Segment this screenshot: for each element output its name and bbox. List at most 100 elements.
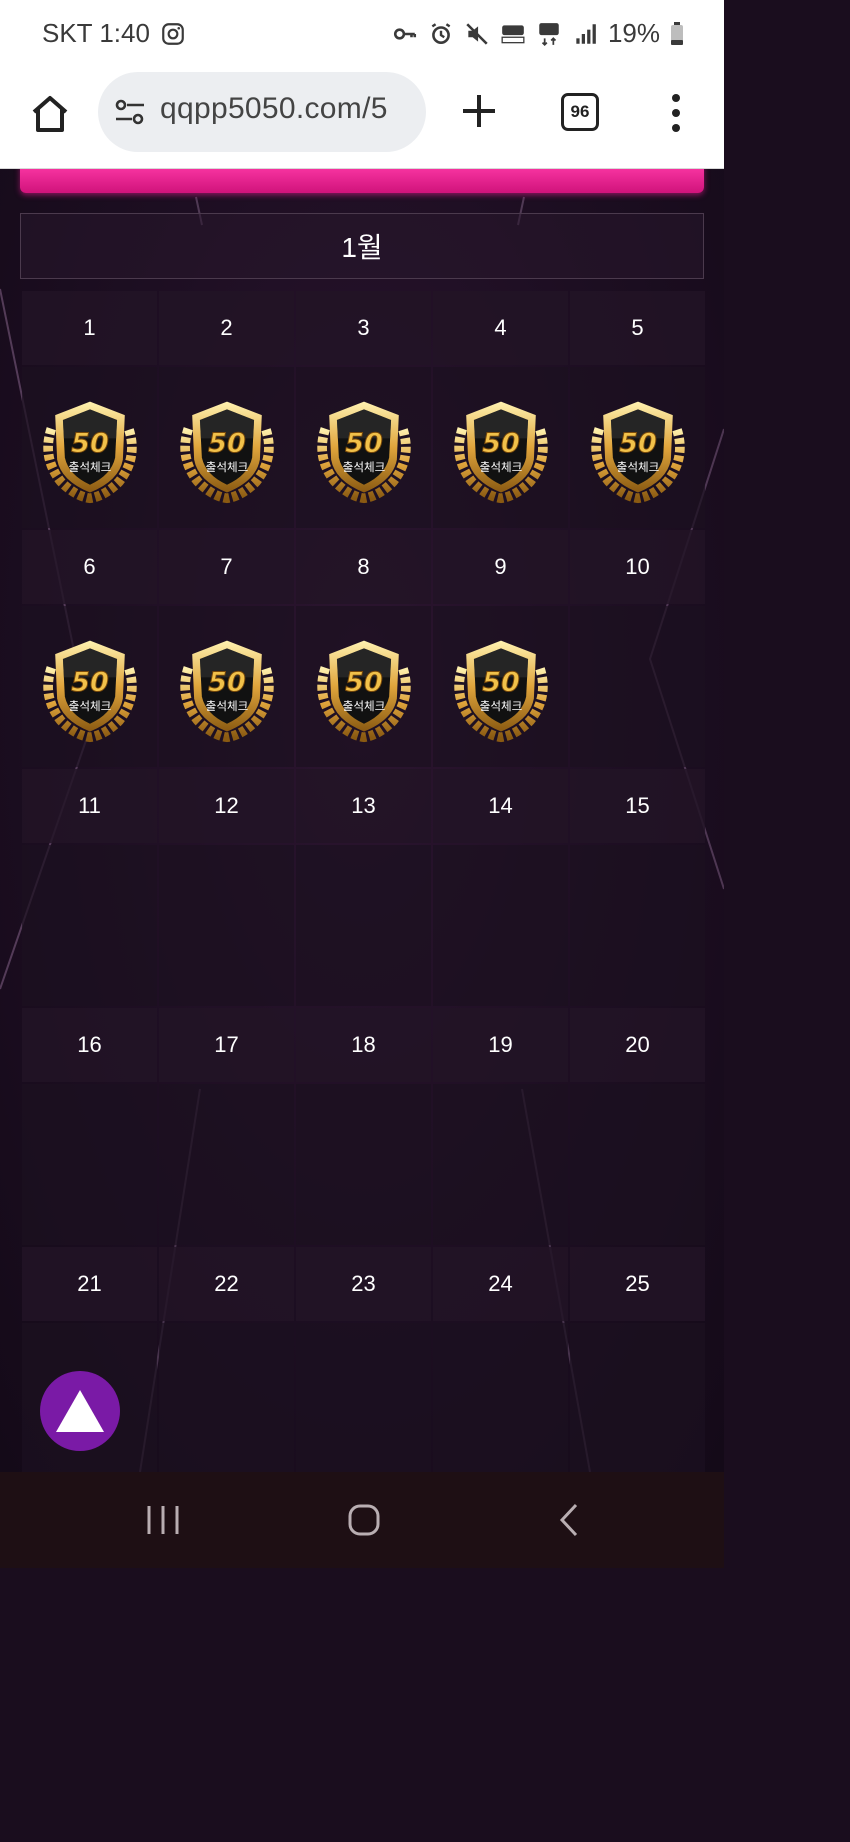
5g-icon xyxy=(539,22,559,46)
badge-label: 출석체크 xyxy=(342,699,385,713)
day-number-cell: 18 xyxy=(296,1008,431,1082)
day-number: 25 xyxy=(625,1271,650,1296)
day-number-cell: 13 xyxy=(296,769,431,843)
stamp-cell xyxy=(433,1084,568,1245)
attendance-badge-icon: 50 출석체크 xyxy=(179,401,274,503)
web-page[interactable]: 1월 1 2 3 4 5 50 출석체크 50 출석체크 50 출석체크 50 출석체크 50 출석체크 6 7… xyxy=(0,169,724,1472)
badge-label: 출석체크 xyxy=(68,460,111,474)
day-number-cell: 3 xyxy=(296,291,431,365)
stamp-cell: 50 출석체크 xyxy=(433,367,568,528)
carrier-time: SKT 1:40 xyxy=(42,18,150,48)
hd-voice-icon xyxy=(501,24,525,43)
more-icon[interactable] xyxy=(664,90,688,136)
battery-percent: 19% xyxy=(607,18,660,48)
day-number: 6 xyxy=(83,554,96,579)
attendance-badge-icon: 50 출석체크 xyxy=(590,401,685,503)
badge-number: 50 xyxy=(71,427,109,458)
mute-icon xyxy=(466,22,488,45)
stamp-cell: 50 출석체크 xyxy=(159,367,294,528)
day-number-cell: 19 xyxy=(433,1008,568,1082)
back-icon[interactable] xyxy=(552,1502,588,1538)
day-number-cell: 25 xyxy=(570,1247,705,1321)
day-number-cell: 12 xyxy=(159,769,294,843)
day-number: 15 xyxy=(625,793,650,818)
badge-number: 50 xyxy=(345,666,383,697)
plus-icon[interactable] xyxy=(458,90,500,132)
stamp-cell xyxy=(22,1084,157,1245)
stamp-cell xyxy=(296,845,431,1006)
recent-apps-icon[interactable] xyxy=(145,1502,181,1538)
day-number: 18 xyxy=(351,1032,376,1057)
stamp-cell: 50 출석체크 xyxy=(570,367,705,528)
home-circle-icon[interactable] xyxy=(346,1502,382,1538)
stamp-cell xyxy=(433,1323,568,1472)
day-number: 1 xyxy=(83,315,96,340)
badge-number: 50 xyxy=(619,427,657,458)
day-number: 20 xyxy=(625,1032,650,1057)
month-header: 1월 xyxy=(20,213,704,279)
day-number-cell: 24 xyxy=(433,1247,568,1321)
vpn-key-icon xyxy=(393,27,417,40)
tab-count: 96 xyxy=(570,102,590,121)
site-info-icon[interactable] xyxy=(114,98,146,126)
stamp-cell xyxy=(159,1323,294,1472)
badge-number: 50 xyxy=(482,427,520,458)
day-number-cell: 10 xyxy=(570,530,705,604)
top-banner-bar xyxy=(20,169,704,193)
day-number-cell: 23 xyxy=(296,1247,431,1321)
stamp-cell: 50 출석체크 xyxy=(296,367,431,528)
day-number-cell: 9 xyxy=(433,530,568,604)
status-right: 19% xyxy=(392,18,684,49)
stamp-cell xyxy=(159,1084,294,1245)
attendance-badge-icon: 50 출석체크 xyxy=(316,640,411,742)
day-number-cell: 15 xyxy=(570,769,705,843)
day-number-cell: 17 xyxy=(159,1008,294,1082)
stamp-cell: 50 출석체크 xyxy=(22,367,157,528)
signal-icon xyxy=(576,23,596,44)
day-number: 10 xyxy=(625,554,650,579)
day-number-cell: 8 xyxy=(296,530,431,604)
attendance-badge-icon: 50 출석체크 xyxy=(42,401,137,503)
badge-number: 50 xyxy=(208,427,246,458)
badge-number: 50 xyxy=(208,666,246,697)
attendance-badge-icon: 50 출석체크 xyxy=(179,640,274,742)
day-number: 5 xyxy=(631,315,644,340)
day-number-cell: 7 xyxy=(159,530,294,604)
home-icon[interactable] xyxy=(26,90,74,138)
badge-number: 50 xyxy=(71,666,109,697)
day-number: 12 xyxy=(214,793,239,818)
navigation-bar xyxy=(0,1472,724,1568)
badge-label: 출석체크 xyxy=(205,460,248,474)
stamp-cell xyxy=(159,845,294,1006)
scroll-top-button[interactable] xyxy=(40,1371,120,1451)
badge-number: 50 xyxy=(482,666,520,697)
day-number: 11 xyxy=(78,793,101,818)
attendance-badge-icon: 50 출석체크 xyxy=(316,401,411,503)
attendance-calendar: 1 2 3 4 5 50 출석체크 50 출석체크 50 출석체크 50 출석체크 50 출석체크 6 7 8 9 1… xyxy=(22,291,705,1472)
stamp-cell xyxy=(570,606,705,767)
day-number: 7 xyxy=(220,554,233,579)
day-number: 21 xyxy=(77,1271,102,1296)
stamp-cell xyxy=(570,1323,705,1472)
badge-label: 출석체크 xyxy=(479,699,522,713)
stamp-cell xyxy=(296,1084,431,1245)
attendance-badge-icon: 50 출석체크 xyxy=(453,401,548,503)
day-number-cell: 16 xyxy=(22,1008,157,1082)
badge-label: 출석체크 xyxy=(342,460,385,474)
tabs-icon[interactable]: 96 xyxy=(561,93,599,131)
stamp-cell xyxy=(296,1323,431,1472)
instagram-icon xyxy=(162,22,184,45)
day-number: 23 xyxy=(351,1271,376,1296)
day-number-cell: 22 xyxy=(159,1247,294,1321)
stamp-cell xyxy=(433,845,568,1006)
day-number: 13 xyxy=(351,793,376,818)
address-bar[interactable]: qqpp5050.com/5 xyxy=(98,72,426,152)
day-number-cell: 5 xyxy=(570,291,705,365)
attendance-badge-icon: 50 출석체크 xyxy=(453,640,548,742)
stamp-cell xyxy=(570,845,705,1006)
day-number: 16 xyxy=(77,1032,102,1057)
day-number: 4 xyxy=(494,315,507,340)
triangle-up-icon xyxy=(56,1390,104,1432)
stamp-cell: 50 출석체크 xyxy=(22,606,157,767)
badge-label: 출석체크 xyxy=(68,699,111,713)
